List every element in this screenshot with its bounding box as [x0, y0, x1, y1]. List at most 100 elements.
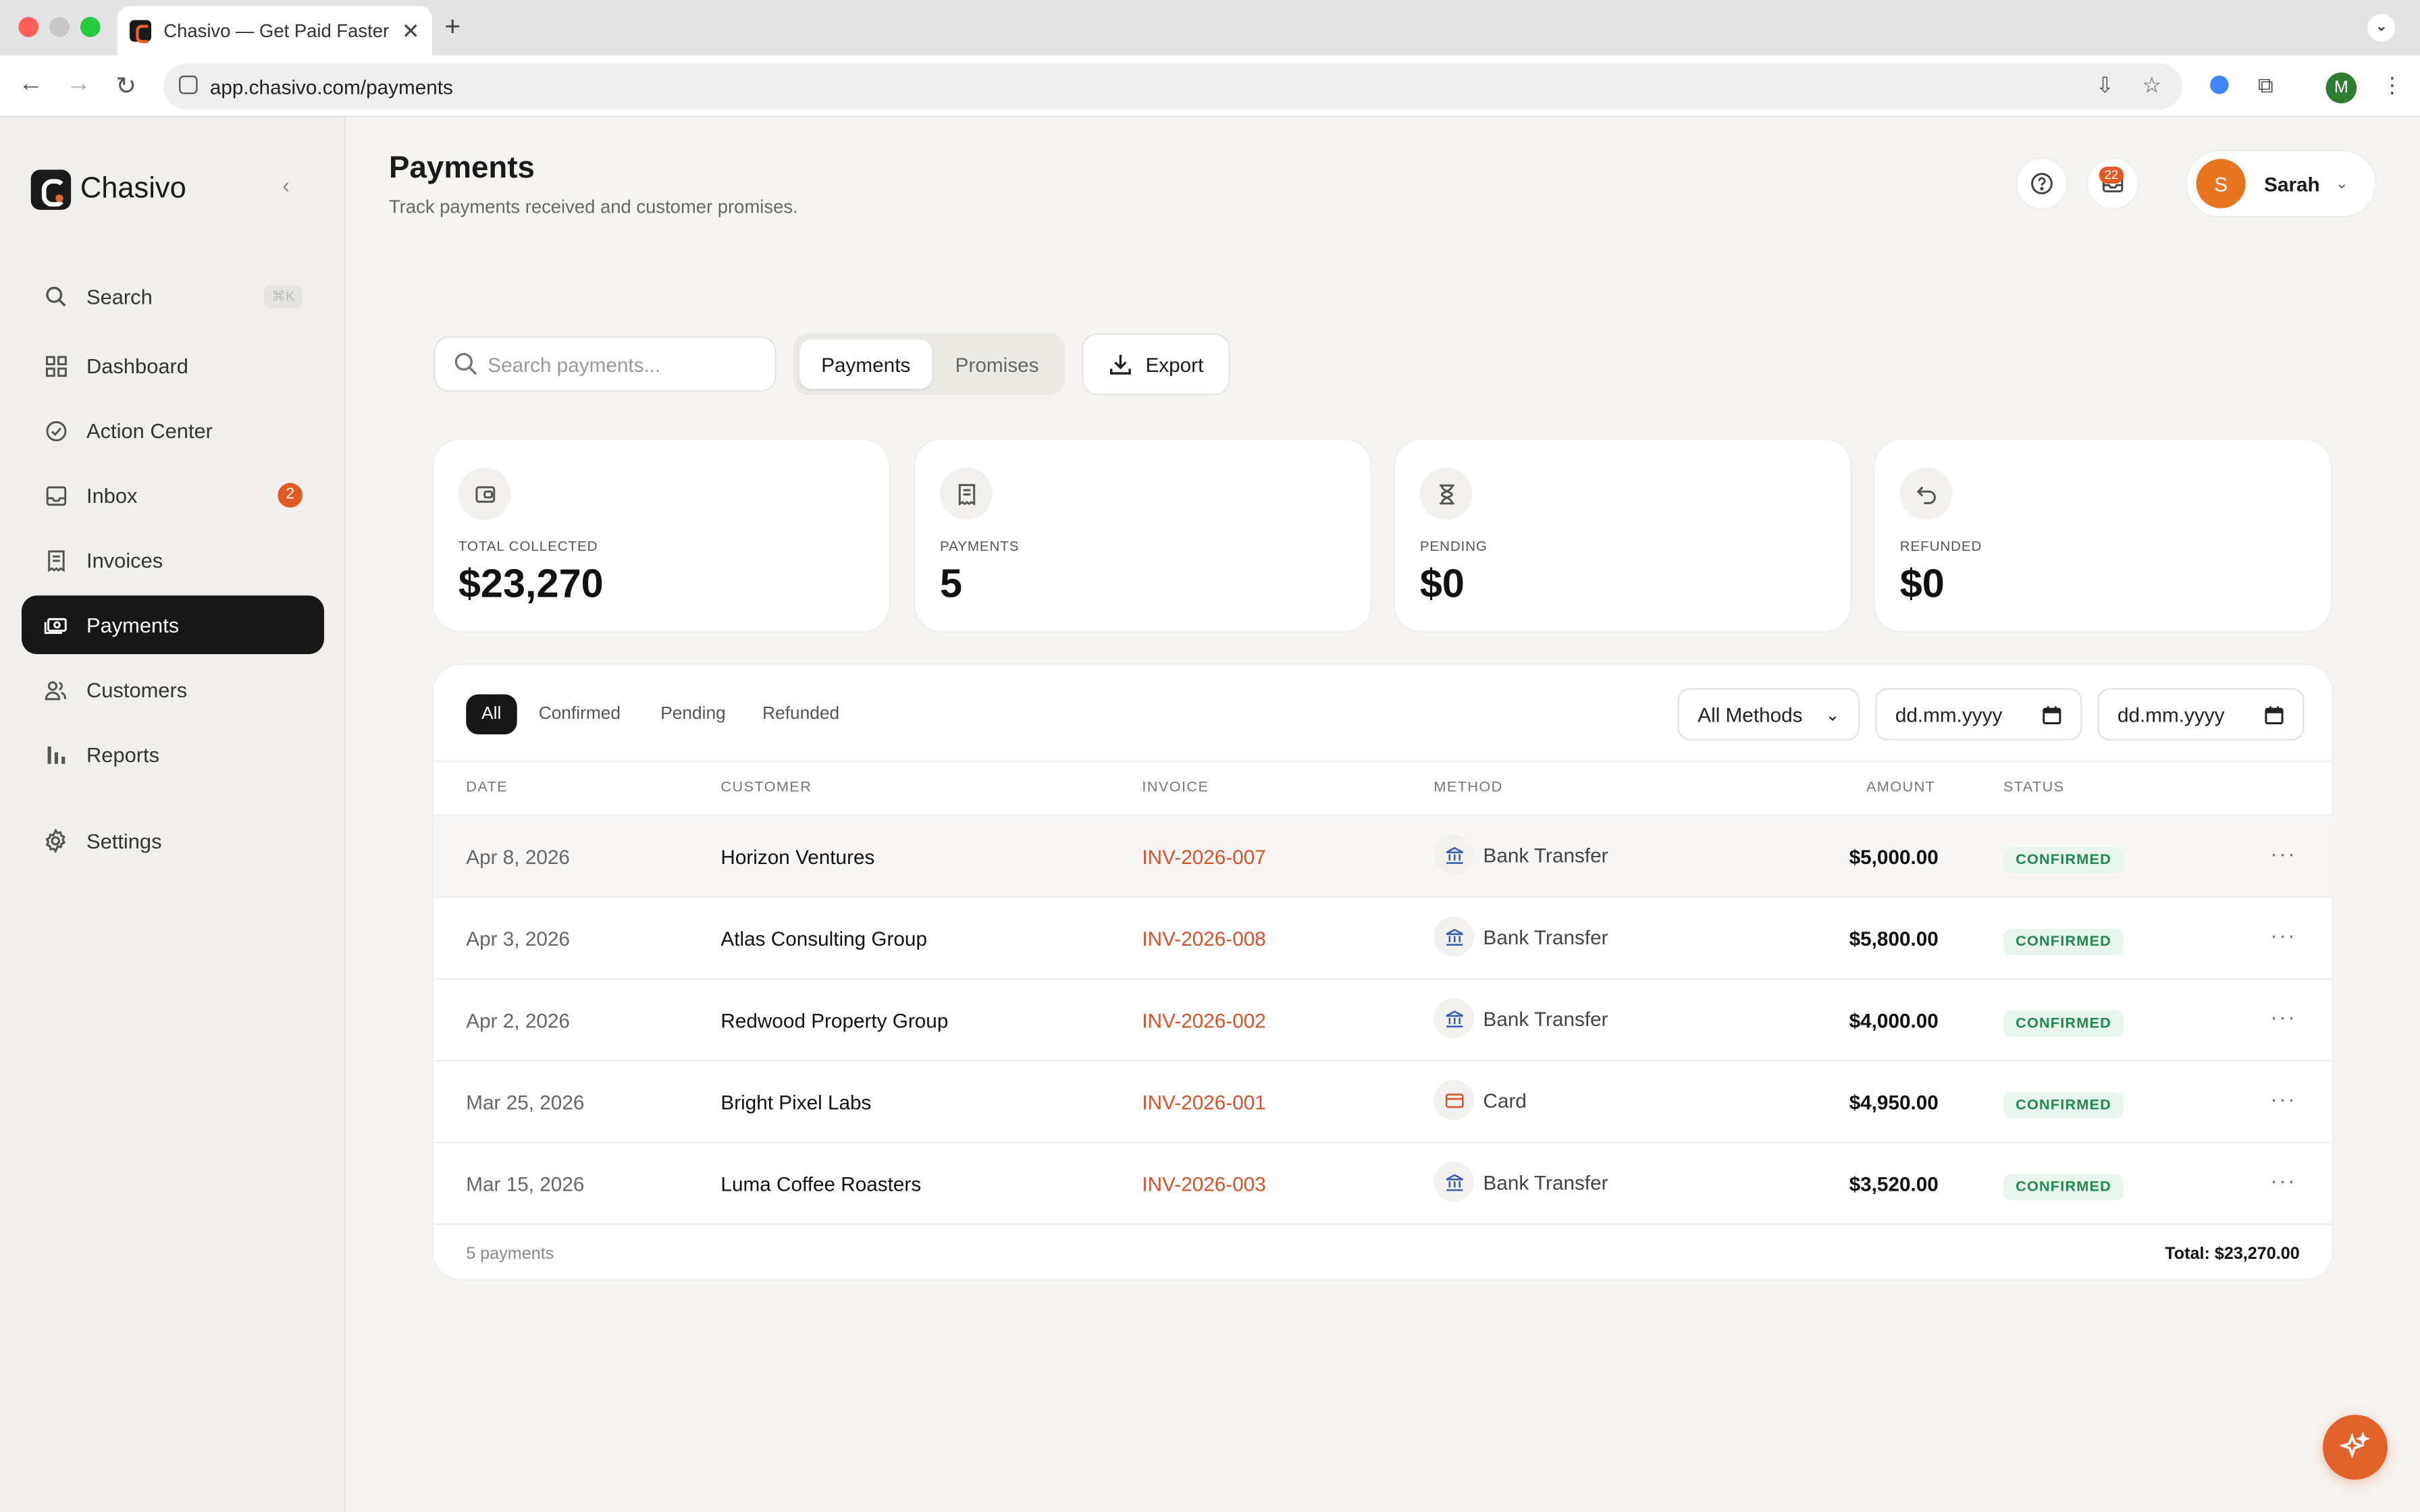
export-label: Export	[1145, 352, 1204, 376]
column-header-date[interactable]: DATE	[466, 779, 508, 796]
site-info-icon[interactable]	[179, 75, 198, 94]
ai-assistant-button[interactable]	[2322, 1414, 2388, 1480]
close-window-button[interactable]	[18, 17, 39, 37]
status-badge: CONFIRMED	[2003, 928, 2124, 955]
calendar-icon[interactable]	[2264, 704, 2284, 724]
payment-date: Apr 8, 2026	[466, 845, 570, 869]
extension-dot-icon[interactable]	[2210, 75, 2229, 94]
customer-name[interactable]: Luma Coffee Roasters	[720, 1172, 921, 1195]
sidebar-item-payments[interactable]: Payments	[21, 595, 324, 655]
gear-icon	[43, 828, 68, 853]
sidebar-item-label: Invoices	[86, 548, 163, 572]
sidebar-search-label: Search	[86, 284, 153, 308]
inbox-badge: 2	[278, 483, 302, 508]
new-tab-icon[interactable]: +	[444, 11, 461, 43]
filter-refunded[interactable]: Refunded	[762, 695, 839, 734]
reload-icon[interactable]: ↻	[115, 71, 136, 102]
sparkles-icon	[2340, 1432, 2371, 1459]
method-label: Card	[1483, 1088, 1527, 1112]
payment-method: Bank Transfer	[1433, 834, 1608, 875]
close-tab-icon[interactable]: ✕	[402, 18, 420, 44]
customer-name[interactable]: Atlas Consulting Group	[720, 927, 927, 950]
bookmark-star-icon[interactable]: ☆	[2142, 72, 2162, 99]
payments-table-card: All Confirmed Pending Refunded All Metho…	[431, 663, 2336, 1281]
column-header-amount[interactable]: AMOUNT	[1866, 779, 1935, 796]
invoice-link[interactable]: INV-2026-008	[1142, 927, 1265, 950]
date-from-input[interactable]: dd.mm.yyyy	[1875, 688, 2082, 741]
stat-value: 5	[939, 560, 963, 607]
sidebar-item-label: Settings	[86, 829, 162, 853]
sidebar-item-settings[interactable]: Settings	[22, 811, 324, 870]
column-header-method[interactable]: METHOD	[1433, 779, 1502, 796]
more-actions-icon[interactable]: ···	[2270, 1004, 2296, 1029]
browser-profile-avatar[interactable]: M	[2325, 72, 2357, 104]
back-icon[interactable]: ←	[18, 71, 43, 99]
brand-logo[interactable]: Chasivo	[30, 169, 186, 210]
more-actions-icon[interactable]: ···	[2270, 1168, 2296, 1193]
stat-card-payments: PAYMENTS 5	[914, 438, 1372, 633]
customer-name[interactable]: Redwood Property Group	[720, 1009, 948, 1032]
invoice-link[interactable]: INV-2026-002	[1142, 1009, 1265, 1032]
undo-icon	[1899, 467, 1953, 520]
date-to-input[interactable]: dd.mm.yyyy	[2097, 688, 2305, 741]
sidebar-item-invoices[interactable]: Invoices	[22, 531, 324, 589]
install-app-icon[interactable]: ⇩	[2096, 72, 2114, 99]
payment-amount: $5,000.00	[1849, 845, 1939, 869]
method-select[interactable]: All Methods ⌄	[1677, 688, 1860, 741]
calendar-icon[interactable]	[2042, 704, 2062, 724]
method-label: Bank Transfer	[1483, 1006, 1608, 1030]
invoice-link[interactable]: INV-2026-001	[1142, 1091, 1265, 1114]
table-divider	[433, 760, 2336, 763]
tab-payments[interactable]: Payments	[799, 339, 932, 389]
table-row[interactable]: Apr 8, 2026 Horizon Ventures INV-2026-00…	[433, 814, 2336, 896]
table-row[interactable]: Mar 15, 2026 Luma Coffee Roasters INV-20…	[433, 1141, 2336, 1223]
extensions-puzzle-icon[interactable]: ⧉	[2258, 72, 2273, 99]
address-bar[interactable]: app.chasivo.com/payments	[163, 63, 2182, 110]
money-icon	[43, 612, 68, 637]
user-avatar: S	[2196, 159, 2246, 209]
customer-name[interactable]: Horizon Ventures	[720, 846, 874, 869]
browser-tabbar: Chasivo — Get Paid Faster ✕ + ⌄	[0, 0, 2420, 56]
tab-promises[interactable]: Promises	[935, 340, 1059, 389]
search-input[interactable]	[488, 352, 750, 376]
help-button[interactable]	[2016, 157, 2068, 210]
stat-label: REFUNDED	[1899, 538, 1982, 554]
sidebar-search[interactable]: Search ⌘K	[22, 267, 324, 325]
collapse-sidebar-icon[interactable]: ‹	[282, 173, 290, 198]
sidebar-item-dashboard[interactable]: Dashboard	[22, 336, 324, 395]
more-actions-icon[interactable]: ···	[2270, 923, 2296, 948]
customer-name[interactable]: Bright Pixel Labs	[720, 1091, 871, 1114]
invoice-link[interactable]: INV-2026-003	[1142, 1172, 1265, 1195]
table-row[interactable]: Apr 2, 2026 Redwood Property Group INV-2…	[433, 978, 2336, 1060]
view-toggle: Payments Promises	[793, 333, 1066, 396]
payment-method: Bank Transfer	[1433, 1162, 1608, 1202]
browser-menu-icon[interactable]: ⋮	[2382, 72, 2403, 99]
filter-pending[interactable]: Pending	[660, 695, 725, 734]
minimize-window-button[interactable]	[49, 17, 70, 37]
column-header-customer[interactable]: CUSTOMER	[720, 779, 812, 796]
users-icon	[43, 677, 68, 702]
more-actions-icon[interactable]: ···	[2270, 1086, 2296, 1111]
export-button[interactable]: Export	[1082, 333, 1230, 396]
browser-tab[interactable]: Chasivo — Get Paid Faster ✕	[117, 6, 432, 56]
more-actions-icon[interactable]: ···	[2270, 841, 2296, 866]
invoice-link[interactable]: INV-2026-007	[1142, 846, 1265, 869]
payment-amount: $5,800.00	[1849, 927, 1939, 950]
tab-search-icon[interactable]: ⌄	[2367, 14, 2396, 42]
table-row[interactable]: Mar 25, 2026 Bright Pixel Labs INV-2026-…	[433, 1060, 2336, 1141]
payments-search[interactable]	[433, 336, 777, 392]
sidebar-item-label: Payments	[86, 613, 180, 637]
sidebar-item-customers[interactable]: Customers	[22, 660, 324, 719]
payment-date: Apr 3, 2026	[466, 927, 570, 950]
column-header-invoice[interactable]: INVOICE	[1142, 779, 1209, 796]
column-header-status[interactable]: STATUS	[2003, 779, 2065, 796]
filter-all[interactable]: All	[466, 694, 517, 734]
user-menu[interactable]: S Sarah ⌄	[2185, 149, 2377, 218]
sidebar-item-action-center[interactable]: Action Center	[22, 401, 324, 460]
sidebar-item-reports[interactable]: Reports	[22, 725, 324, 784]
maximize-window-button[interactable]	[80, 17, 101, 37]
forward-icon[interactable]: →	[66, 71, 91, 99]
sidebar-item-inbox[interactable]: Inbox 2	[22, 466, 324, 524]
table-row[interactable]: Apr 3, 2026 Atlas Consulting Group INV-2…	[433, 896, 2336, 978]
filter-confirmed[interactable]: Confirmed	[539, 695, 621, 734]
